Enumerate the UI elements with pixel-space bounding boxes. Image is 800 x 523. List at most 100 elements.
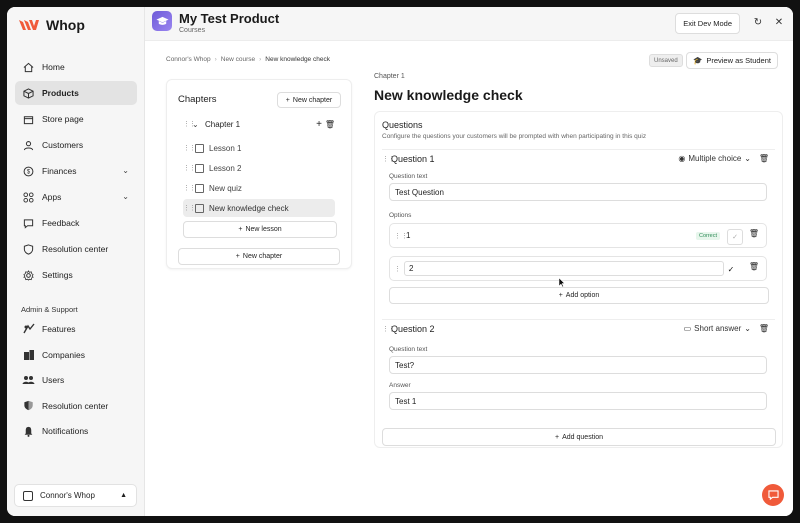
shield-icon <box>22 399 35 412</box>
sidebar-item-apps[interactable]: Apps ⌄ <box>15 185 137 209</box>
lesson-item[interactable]: ⋮⋮ New quiz <box>183 179 335 197</box>
sidebar-item-settings[interactable]: Settings <box>15 263 137 287</box>
add-option-button[interactable]: + Add option <box>389 287 769 304</box>
chevron-down-icon[interactable]: ⌄ <box>122 166 129 175</box>
question-text-input[interactable]: Test? <box>389 356 767 374</box>
radio-icon: ◉ <box>678 154 686 163</box>
sidebar-item-resolution-center-admin[interactable]: Resolution center <box>15 394 137 418</box>
refresh-icon[interactable]: ↻ <box>751 15 765 29</box>
sidebar-item-store-page[interactable]: Store page <box>15 107 137 131</box>
drag-handle-icon[interactable]: ⋮⋮ <box>394 232 408 240</box>
add-question-button[interactable]: + Add question <box>382 428 776 446</box>
lesson-item-selected[interactable]: ⋮⋮ New knowledge check <box>183 199 335 217</box>
exit-dev-mode-button[interactable]: Exit Dev Mode <box>675 13 740 34</box>
sidebar-item-resolution-center[interactable]: Resolution center <box>15 237 137 261</box>
question-type-select[interactable]: ◉ Multiple choice ⌄ <box>678 154 751 163</box>
sidebar-item-label: Home <box>42 62 65 72</box>
chevron-down-icon[interactable]: ⌄ <box>122 192 129 201</box>
drag-handle-icon[interactable]: ⋮⋮ <box>382 325 395 333</box>
store-icon <box>22 113 35 126</box>
chat-support-button[interactable] <box>762 484 784 506</box>
plus-icon: + <box>285 96 290 104</box>
mouse-cursor-icon <box>559 278 565 287</box>
sidebar-item-label: Products <box>42 88 79 98</box>
option-input[interactable]: 2 <box>404 261 724 276</box>
breadcrumb-separator-icon: › <box>214 56 217 63</box>
question-text-label: Question text <box>389 346 428 353</box>
product-title: My Test Product <box>179 11 280 26</box>
workspace-name: Connor's Whop <box>40 491 95 500</box>
trash-icon[interactable]: 🗑 <box>759 324 769 333</box>
preview-label: Preview as Student <box>706 56 771 65</box>
sidebar-item-feedback[interactable]: Feedback <box>15 211 137 235</box>
sidebar-item-customers[interactable]: Customers <box>15 133 137 157</box>
sidebar-item-features[interactable]: Features <box>15 317 137 341</box>
sidebar-item-label: Finances <box>42 166 77 176</box>
lesson-item[interactable]: ⋮⋮ Lesson 1 <box>183 139 335 157</box>
questions-description: Configure the questions your customers w… <box>382 133 647 140</box>
drag-handle-icon[interactable]: ⋮⋮ <box>183 144 196 152</box>
question-text-input[interactable]: Test Question <box>389 183 767 201</box>
lesson-label: New quiz <box>209 183 242 193</box>
question-type-select[interactable]: ▭ Short answer ⌄ <box>684 324 751 333</box>
options-label: Options <box>389 212 412 219</box>
trash-icon[interactable]: 🗑 <box>749 229 759 238</box>
option-row[interactable]: ⋮⋮ 2 ✓ 🗑 <box>389 256 767 281</box>
option-row[interactable]: ⋮⋮ 1 Correct ✓ 🗑 <box>389 223 767 248</box>
answer-label: Answer <box>389 382 411 389</box>
drag-handle-icon[interactable]: ⋮⋮ <box>183 120 196 128</box>
drag-handle-icon[interactable]: ⋮⋮ <box>183 164 196 172</box>
chevron-down-icon[interactable]: ⌄ <box>192 120 205 129</box>
drag-handle-icon[interactable]: ⋮⋮ <box>183 204 196 212</box>
box-icon <box>22 87 35 100</box>
check-icon[interactable]: ✓ <box>727 229 743 245</box>
option-value[interactable]: 1 <box>406 231 410 240</box>
quiz-icon <box>195 183 204 193</box>
drag-handle-icon[interactable]: ⋮⋮ <box>183 184 196 192</box>
question-header: ⋮⋮ Question 2 ▭ Short answer ⌄ 🗑 <box>382 324 775 334</box>
sidebar-item-label: Companies <box>42 349 85 360</box>
svg-text:$: $ <box>27 169 31 175</box>
sidebar: Whop Home Products Store page Customers … <box>7 7 144 516</box>
sidebar-item-finances[interactable]: $ Finances ⌄ <box>15 159 137 183</box>
apps-icon <box>22 191 35 204</box>
chapter-row[interactable]: ⋮⋮ ⌄ Chapter 1 + 🗑 <box>183 117 341 131</box>
add-option-label: Add option <box>565 292 600 299</box>
product-subtitle: Courses <box>179 27 206 34</box>
logo[interactable]: Whop <box>18 17 85 33</box>
lesson-item[interactable]: ⋮⋮ Lesson 2 <box>183 159 335 177</box>
new-lesson-button[interactable]: + New lesson <box>183 221 337 238</box>
sidebar-item-products[interactable]: Products <box>15 81 137 105</box>
breadcrumb-item[interactable]: New course <box>221 56 255 63</box>
unsaved-badge: Unsaved <box>649 54 683 67</box>
trash-icon[interactable]: 🗑 <box>759 154 769 163</box>
chat-icon <box>767 490 779 500</box>
correct-badge: Correct <box>695 232 720 240</box>
admin-nav: Features Companies Users Resolution cent… <box>15 317 137 445</box>
workspace-switcher[interactable]: Connor's Whop ▲ <box>14 484 137 507</box>
new-chapter-bottom-button[interactable]: + New chapter <box>178 248 340 265</box>
close-icon[interactable]: ✕ <box>772 15 786 29</box>
drag-handle-icon[interactable]: ⋮⋮ <box>382 155 395 163</box>
new-chapter-label: New chapter <box>242 253 283 260</box>
sidebar-item-label: Features <box>42 324 76 334</box>
sidebar-item-companies[interactable]: Companies <box>15 343 137 367</box>
sidebar-item-label: Resolution center <box>42 400 109 411</box>
breadcrumb-item[interactable]: Connor's Whop <box>166 56 211 63</box>
sidebar-item-home[interactable]: Home <box>15 55 137 79</box>
answer-input[interactable]: Test 1 <box>389 392 767 410</box>
new-chapter-button[interactable]: + New chapter <box>277 92 341 108</box>
sidebar-item-users[interactable]: Users <box>15 368 137 392</box>
sidebar-item-notifications[interactable]: Notifications <box>15 419 137 443</box>
sidebar-item-label: Apps <box>42 192 62 202</box>
preview-as-student-button[interactable]: 🎓 Preview as Student <box>686 52 778 69</box>
plus-icon[interactable]: + <box>316 119 322 130</box>
question-card: ⋮⋮ Question 2 ▭ Short answer ⌄ 🗑 Questio… <box>382 319 775 420</box>
breadcrumb-current: New knowledge check <box>265 56 330 63</box>
chapters-panel: Chapters + New chapter ⋮⋮ ⌄ Chapter 1 + … <box>166 79 352 269</box>
trash-icon[interactable]: 🗑 <box>325 120 335 129</box>
features-icon <box>22 323 35 336</box>
trash-icon[interactable]: 🗑 <box>749 262 759 271</box>
check-icon[interactable]: ✓ <box>724 262 738 276</box>
breadcrumb-separator-icon: › <box>259 56 262 63</box>
